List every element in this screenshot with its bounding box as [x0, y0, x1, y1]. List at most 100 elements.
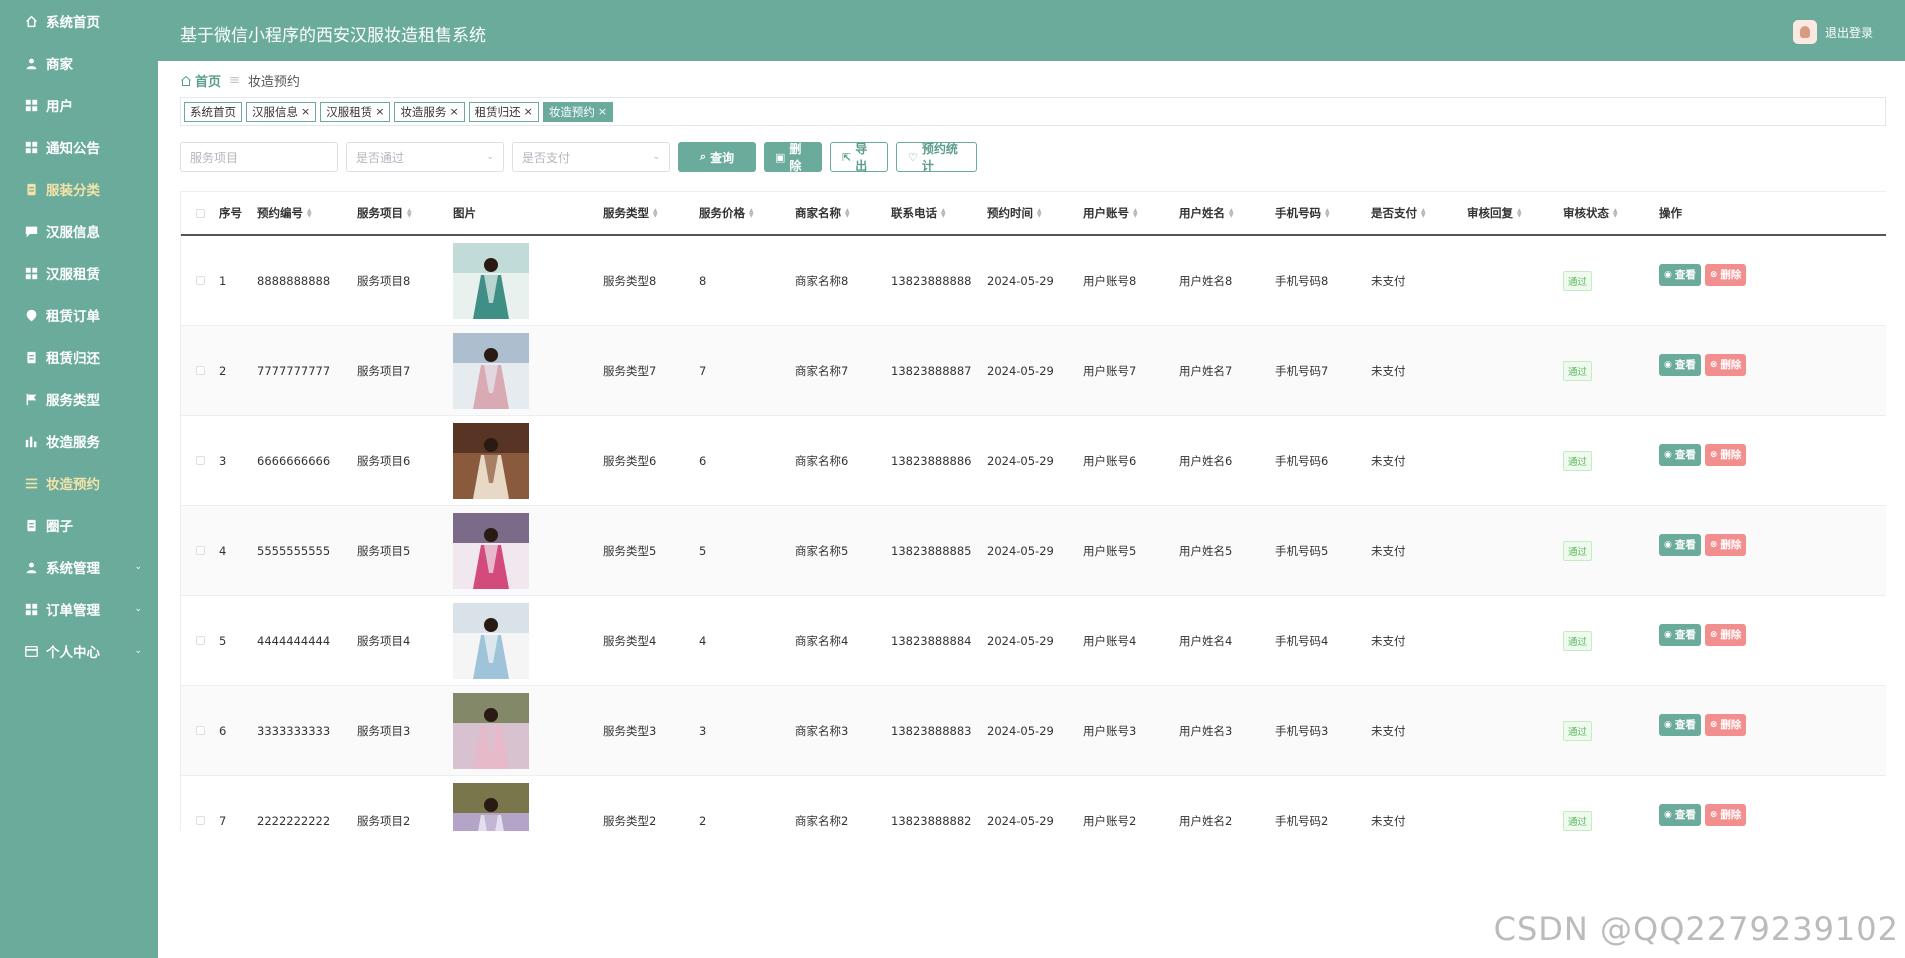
sort-icon[interactable]: ▲ ▼: [1037, 208, 1042, 219]
close-icon[interactable]: ×: [301, 105, 310, 118]
sort-icon[interactable]: ▲ ▼: [307, 208, 312, 219]
delete-button[interactable]: ⊗ 删除: [1704, 713, 1747, 736]
sidebar-item-hanfu-info[interactable]: 汉服信息: [0, 210, 158, 252]
sort-icon[interactable]: ▲ ▼: [1229, 208, 1234, 219]
sidebar-item-rental-return[interactable]: 租赁归还: [0, 336, 158, 378]
sidebar-item-circle[interactable]: 圈子: [0, 504, 158, 546]
delete-button[interactable]: ⊗ 删除: [1704, 263, 1747, 286]
column-header[interactable]: 用户账号 ▲ ▼: [1083, 205, 1179, 221]
flag-icon: [24, 392, 38, 406]
sidebar-item-service-type[interactable]: 服务类型: [0, 378, 158, 420]
delete-button[interactable]: ⊗ 删除: [1704, 443, 1747, 466]
sidebar-item-users[interactable]: 用户: [0, 84, 158, 126]
table-cell: 未支付: [1371, 453, 1467, 469]
column-header[interactable]: 服务项目 ▲ ▼: [357, 205, 453, 221]
logout-button[interactable]: 退出登录: [1792, 20, 1873, 44]
column-header[interactable]: 服务价格 ▲ ▼: [699, 205, 795, 221]
tab-tag[interactable]: 系统首页: [184, 101, 242, 122]
tab-tag[interactable]: 妆造服务 ×: [394, 101, 465, 122]
row-checkbox[interactable]: [181, 636, 219, 645]
row-checkbox[interactable]: [181, 456, 219, 465]
sort-icon[interactable]: ▲ ▼: [941, 208, 946, 219]
sidebar-item-makeup-booking[interactable]: 妆造预约: [0, 462, 158, 504]
tab-tag[interactable]: 租赁归还 ×: [468, 101, 539, 122]
close-icon[interactable]: ×: [524, 105, 533, 118]
view-button[interactable]: ◉ 查看: [1659, 533, 1701, 556]
sidebar-item-order-management[interactable]: 订单管理 ⌄: [0, 588, 158, 630]
column-header[interactable]: 预约编号 ▲ ▼: [257, 205, 357, 221]
table-cell: 7777777777: [257, 364, 357, 378]
cell-idx: 1: [219, 273, 227, 288]
sidebar-item-makeup-service[interactable]: 妆造服务: [0, 420, 158, 462]
tab-tag[interactable]: 妆造预约 ×: [542, 101, 614, 122]
service-item-input[interactable]: 服务项目: [180, 142, 338, 172]
column-header[interactable]: 商家名称 ▲ ▼: [795, 205, 891, 221]
sidebar-item-personal-center[interactable]: 个人中心 ⌄: [0, 630, 158, 672]
close-circle-icon: ⊗: [1709, 449, 1718, 460]
sort-icon[interactable]: ▲ ▼: [1613, 208, 1618, 219]
row-checkbox[interactable]: [181, 276, 219, 285]
batch-delete-button[interactable]: ▣ 删除: [764, 142, 822, 173]
table-cell: 用户姓名5: [1179, 543, 1275, 559]
sort-icon[interactable]: ▲ ▼: [1517, 208, 1522, 219]
view-button[interactable]: ◉ 查看: [1659, 353, 1701, 376]
column-header[interactable]: 联系电话 ▲ ▼: [891, 205, 987, 221]
row-checkbox[interactable]: [181, 546, 219, 555]
sort-icon[interactable]: ▲ ▼: [749, 208, 754, 219]
column-header[interactable]: 服务类型 ▲ ▼: [603, 205, 699, 221]
row-checkbox[interactable]: [181, 726, 219, 735]
table-cell: 3: [699, 724, 795, 738]
view-button[interactable]: ◉ 查看: [1659, 263, 1701, 286]
approved-select[interactable]: 是否通过 ⌄: [346, 142, 504, 172]
eye-icon: ◉: [1664, 809, 1672, 820]
sidebar-item-notices[interactable]: 通知公告: [0, 126, 158, 168]
cell-shop: 商家名称7: [795, 363, 849, 378]
column-header[interactable]: 手机号码 ▲ ▼: [1275, 205, 1371, 221]
cell-no: 6666666666: [257, 453, 331, 468]
query-button[interactable]: ⌕ 查询: [678, 142, 756, 172]
table-row: 3 6666666666 服务项目6 服务类型6 6 商家名称6 13823888886 20…: [181, 416, 1886, 506]
sidebar-item-rental-orders[interactable]: 租赁订单: [0, 294, 158, 336]
sidebar-item-system-management[interactable]: 系统管理 ⌄: [0, 546, 158, 588]
sidebar-item-merchant[interactable]: 商家: [0, 42, 158, 84]
row-checkbox[interactable]: [181, 816, 219, 825]
paid-select[interactable]: 是否支付 ⌄: [512, 142, 670, 172]
sidebar-item-home[interactable]: 系统首页: [0, 0, 158, 42]
tab-tag-label: 妆造预约: [548, 104, 595, 119]
delete-button[interactable]: ⊗ 删除: [1704, 803, 1747, 826]
tab-tag[interactable]: 汉服信息 ×: [246, 101, 317, 122]
view-button[interactable]: ◉ 查看: [1659, 803, 1701, 826]
column-header-label: 操作: [1659, 206, 1682, 220]
sort-icon[interactable]: ▲ ▼: [1325, 208, 1330, 219]
sidebar-item-clothing-category[interactable]: 服装分类: [0, 168, 158, 210]
sort-icon[interactable]: ▲ ▼: [653, 208, 658, 219]
delete-button[interactable]: ⊗ 删除: [1704, 623, 1747, 646]
close-icon[interactable]: ×: [449, 105, 458, 118]
column-header[interactable]: 审核状态 ▲ ▼: [1563, 205, 1659, 221]
sort-icon[interactable]: ▲ ▼: [407, 208, 412, 219]
sidebar-item-hanfu-rental[interactable]: 汉服租赁: [0, 252, 158, 294]
column-header[interactable]: 是否支付 ▲ ▼: [1371, 205, 1467, 221]
close-icon[interactable]: ×: [598, 105, 607, 118]
view-button[interactable]: ◉ 查看: [1659, 443, 1701, 466]
sort-icon[interactable]: ▲ ▼: [1133, 208, 1138, 219]
sort-icon[interactable]: ▲ ▼: [845, 208, 850, 219]
close-icon[interactable]: ×: [375, 105, 384, 118]
breadcrumb-home[interactable]: 首页: [180, 71, 221, 90]
sort-icon[interactable]: ▲ ▼: [1421, 208, 1426, 219]
column-header[interactable]: 审核回复 ▲ ▼: [1467, 205, 1563, 221]
view-button[interactable]: ◉ 查看: [1659, 713, 1701, 736]
row-checkbox[interactable]: [181, 366, 219, 375]
select-all-checkbox[interactable]: [181, 208, 219, 218]
view-button[interactable]: ◉ 查看: [1659, 623, 1701, 646]
delete-button[interactable]: ⊗ 删除: [1704, 353, 1747, 376]
export-button[interactable]: ⇱ 导出: [830, 142, 888, 173]
booking-stats-button[interactable]: ♡ 预约统计: [896, 142, 977, 173]
sidebar-item-label: 系统管理: [46, 561, 100, 577]
grid-icon: [24, 602, 38, 616]
column-header[interactable]: 预约时间 ▲ ▼: [987, 205, 1083, 221]
column-header[interactable]: 用户姓名 ▲ ▼: [1179, 205, 1275, 221]
tab-tag[interactable]: 汉服租赁 ×: [320, 101, 391, 122]
delete-button[interactable]: ⊗ 删除: [1704, 533, 1747, 556]
column-header-label: 服务类型: [603, 206, 649, 220]
